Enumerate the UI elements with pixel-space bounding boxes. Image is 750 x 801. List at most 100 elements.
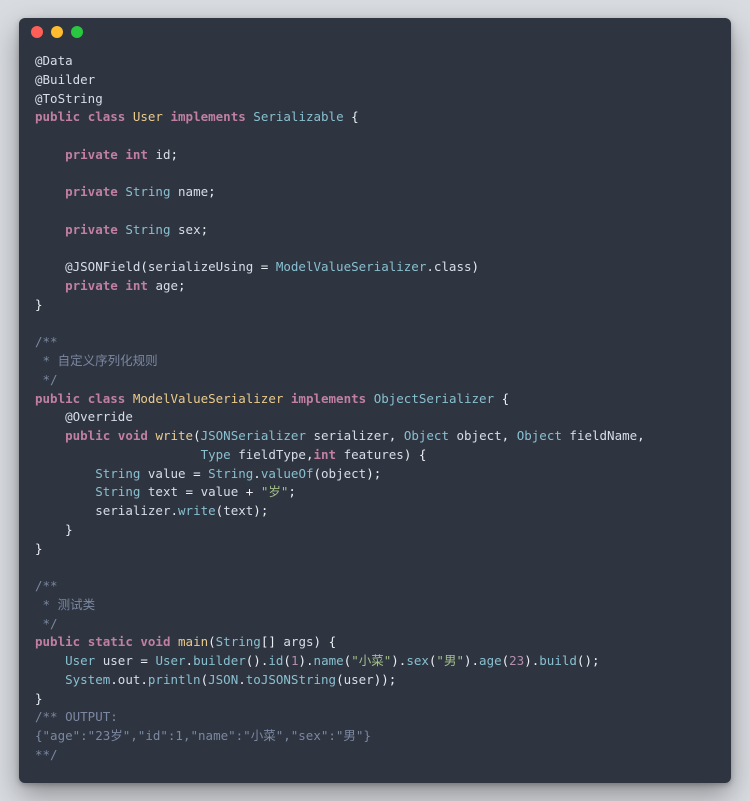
paren: ) <box>404 447 412 462</box>
dot: . <box>472 653 480 668</box>
ident: out <box>118 672 141 687</box>
comment: */ <box>35 372 58 387</box>
window-titlebar <box>19 18 731 46</box>
maximize-icon[interactable] <box>71 26 83 38</box>
kw-public: public <box>35 109 80 124</box>
ident: .class <box>426 259 471 274</box>
kw-int: int <box>313 447 336 462</box>
paren: ( <box>140 259 148 274</box>
kw-static: static <box>88 634 133 649</box>
class-name: ModelValueSerializer <box>133 391 284 406</box>
paren: ( <box>201 672 209 687</box>
ident: text <box>148 484 178 499</box>
kw-public: public <box>65 428 110 443</box>
brace: } <box>65 522 73 537</box>
comma: , <box>637 428 645 443</box>
string: "岁" <box>261 484 289 499</box>
dot: . <box>140 672 148 687</box>
type: String <box>95 484 140 499</box>
ident: age <box>155 278 178 293</box>
eq: = <box>178 484 201 499</box>
ident: value <box>148 466 186 481</box>
method: sex <box>406 653 429 668</box>
ident: value <box>201 484 239 499</box>
type: ObjectSerializer <box>374 391 494 406</box>
paren: ( <box>336 672 344 687</box>
ident: args <box>283 634 313 649</box>
dot: . <box>170 503 178 518</box>
ident: serializer <box>314 428 389 443</box>
ident: text <box>223 503 253 518</box>
comment: * 测试类 <box>35 597 95 612</box>
comma: , <box>502 428 510 443</box>
bracket: ] <box>268 634 276 649</box>
semi: ; <box>389 672 397 687</box>
type: String <box>125 222 170 237</box>
semi: ; <box>288 484 296 499</box>
close-icon[interactable] <box>31 26 43 38</box>
paren: ( <box>193 428 201 443</box>
paren: ) <box>366 466 374 481</box>
paren: ( <box>283 653 291 668</box>
method-name: write <box>155 428 193 443</box>
ident: user <box>103 653 133 668</box>
ident: id <box>155 147 170 162</box>
kw-private: private <box>65 278 118 293</box>
ident: fieldType <box>238 447 306 462</box>
kw-int: int <box>125 278 148 293</box>
paren: ) <box>381 672 389 687</box>
kw-private: private <box>65 147 118 162</box>
type: String <box>95 466 140 481</box>
method: toJSONString <box>246 672 336 687</box>
comment: /** <box>35 334 58 349</box>
kw-class: class <box>88 391 126 406</box>
ident: features <box>344 447 404 462</box>
kw-int: int <box>125 147 148 162</box>
comment: **/ <box>35 747 58 762</box>
number: 23 <box>509 653 524 668</box>
dot: . <box>253 466 261 481</box>
method-name: main <box>178 634 208 649</box>
method: write <box>178 503 216 518</box>
semi: ; <box>374 466 382 481</box>
method: age <box>479 653 502 668</box>
comment-output: {"age":"23岁","id":1,"name":"小菜","sex":"男… <box>35 728 371 743</box>
paren: ) <box>253 503 261 518</box>
ident: serializer <box>95 503 170 518</box>
kw-private: private <box>65 184 118 199</box>
kw-private: private <box>65 222 118 237</box>
paren: ) <box>314 634 322 649</box>
type: String <box>125 184 170 199</box>
type: Object <box>517 428 562 443</box>
comment: * 自定义序列化规则 <box>35 353 158 368</box>
dot: . <box>186 653 194 668</box>
annotation: @Data <box>35 53 73 68</box>
type: String <box>208 466 253 481</box>
brace: { <box>329 634 337 649</box>
semi: ; <box>208 184 216 199</box>
brace: } <box>35 691 43 706</box>
minimize-icon[interactable] <box>51 26 63 38</box>
type: Type <box>201 447 231 462</box>
brace: { <box>502 391 510 406</box>
kw-implements: implements <box>291 391 366 406</box>
type: User <box>155 653 185 668</box>
kw-public: public <box>35 634 80 649</box>
ident: object <box>457 428 502 443</box>
code-content: @Data @Builder @ToString public class Us… <box>19 46 731 783</box>
ident: serializeUsing <box>148 259 253 274</box>
type: ModelValueSerializer <box>276 259 427 274</box>
semi: ; <box>178 278 186 293</box>
comment: */ <box>35 616 58 631</box>
comment: /** <box>35 578 58 593</box>
annotation: @ToString <box>35 91 103 106</box>
ident: user <box>344 672 374 687</box>
eq: = <box>186 466 209 481</box>
method: build <box>539 653 577 668</box>
ident: sex <box>178 222 201 237</box>
annotation: @JSONField <box>65 259 140 274</box>
method: builder <box>193 653 246 668</box>
string: "男" <box>436 653 464 668</box>
ident: name <box>178 184 208 199</box>
brace: { <box>351 109 359 124</box>
